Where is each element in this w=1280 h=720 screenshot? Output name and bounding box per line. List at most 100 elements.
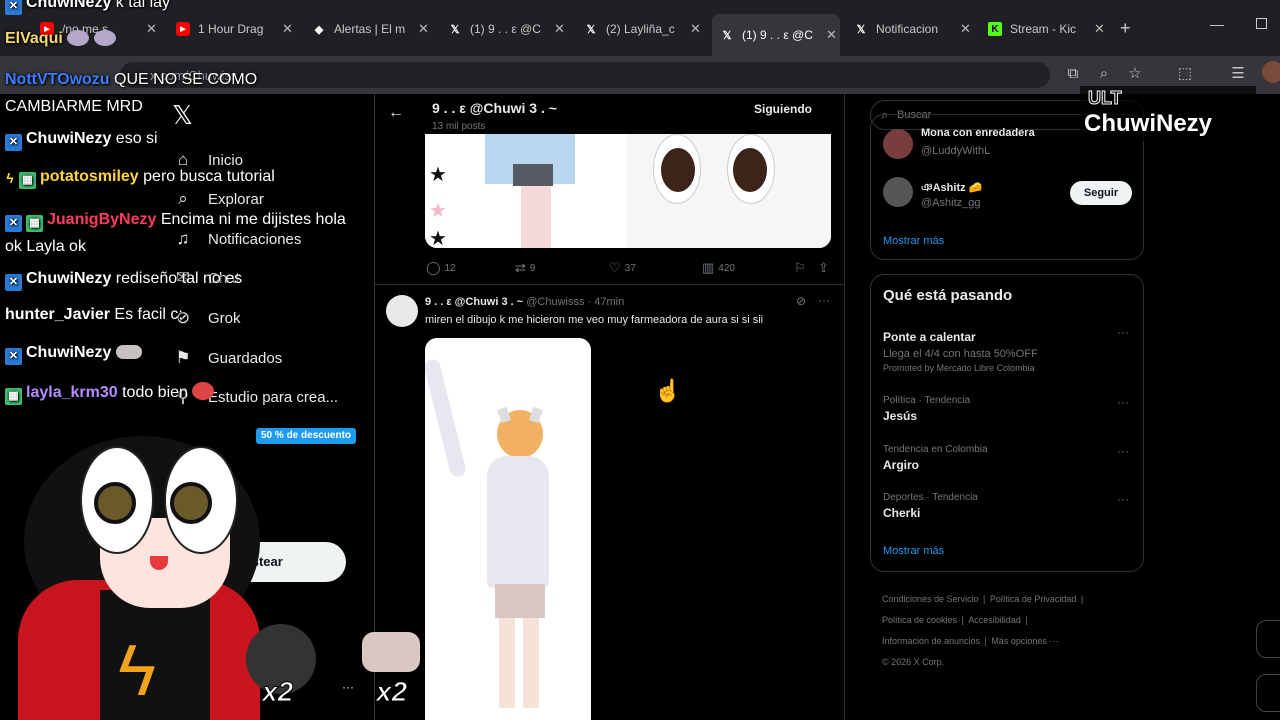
user-avatar[interactable]	[883, 129, 913, 159]
footer-link[interactable]: Información de anuncios	[882, 636, 980, 646]
hand-cursor-icon: ☝	[654, 378, 682, 403]
browser-tab[interactable]: 𝕏 (1) 9 . . ε @C ✕	[448, 14, 578, 44]
tweet-author-name[interactable]: 9 . . ε @Chuwi 3 . ~	[425, 296, 523, 308]
trend-item[interactable]: Tendencia en Colombia Argiro	[883, 444, 988, 472]
mod-badge-icon: ✕	[5, 274, 22, 291]
user-avatar[interactable]	[883, 177, 913, 207]
emote-icon	[362, 632, 420, 672]
minimize-icon[interactable]: —	[1210, 16, 1224, 32]
chat-message: hunter_Javier Es facil c:	[5, 306, 183, 324]
like-count[interactable]: ♡ 37	[609, 260, 636, 276]
trend-item[interactable]: Ponte a calentar Llega el 4/4 con hasta …	[883, 327, 1133, 373]
footer-link[interactable]: Más opciones ···	[991, 636, 1058, 646]
star-icon: ★	[429, 200, 447, 222]
maximize-icon[interactable]	[1256, 18, 1267, 29]
browser-tab[interactable]: 𝕏 Notificacion ✕	[854, 14, 984, 44]
install-app-icon[interactable]: ⧉	[1062, 62, 1084, 84]
vtuber-avatar: ϟ	[0, 430, 260, 720]
tweet-divider	[375, 284, 844, 285]
show-more-link[interactable]: Mostrar más	[883, 235, 944, 247]
footer-link[interactable]: Política de Privacidad	[990, 594, 1077, 604]
tab-title: Stream - Kic	[1010, 22, 1077, 36]
user-name[interactable]: ঞAshitz 🧀	[921, 179, 982, 198]
eye-pupil	[661, 148, 695, 192]
trend-item[interactable]: Deportes · Tendencia Cherki	[883, 492, 978, 520]
share-icon: ⇪	[818, 260, 829, 275]
chat-user: potatosmiley	[40, 168, 139, 185]
back-arrow-icon[interactable]: ←	[388, 104, 404, 122]
stat-value: 12	[444, 262, 456, 274]
browser-tab[interactable]: ▶ 1 Hour Drag ✕	[176, 14, 306, 44]
author-avatar[interactable]	[386, 295, 418, 327]
nav-label: Estudio para crea...	[208, 388, 339, 406]
follow-button[interactable]: Seguir	[1070, 181, 1132, 205]
chat-user: ChuwiNezy	[26, 344, 112, 361]
reading-list-icon[interactable]: ☰	[1227, 62, 1249, 84]
drawing-leg	[499, 618, 515, 708]
tweet-media[interactable]: ★ ★ ★	[425, 134, 831, 248]
more-options-icon[interactable]: ···	[1117, 492, 1129, 506]
bookmark-star-icon[interactable]: ☆	[1124, 62, 1146, 84]
close-tab-icon[interactable]: ✕	[690, 21, 701, 37]
tab-title: (1) 9 . . ε @C	[742, 28, 813, 42]
browser-tab-bar: ▶ /no me s ✕ ▶ 1 Hour Drag ✕ ◆ Alertas |…	[0, 0, 1280, 56]
tweet-time[interactable]: 47min	[594, 296, 624, 308]
more-options-icon[interactable]: ···	[818, 293, 830, 307]
grok-icon[interactable]: ⊘	[796, 294, 806, 308]
footer-link[interactable]: Accesibilidad	[968, 615, 1021, 625]
browser-tab-active[interactable]: 𝕏 (1) 9 . . ε @C ✕	[712, 14, 840, 56]
trend-name: Cherki	[883, 506, 921, 520]
more-options-icon[interactable]: ···	[1117, 395, 1129, 409]
tweet-media[interactable]	[425, 338, 591, 720]
promo-badge: 50 % de descuento	[256, 428, 357, 444]
grok-floating-button[interactable]	[1256, 620, 1280, 658]
close-tab-icon[interactable]: ✕	[282, 21, 293, 37]
show-more-link[interactable]: Mostrar más	[883, 545, 944, 557]
profile-avatar-icon[interactable]	[1262, 61, 1280, 83]
tweet-author-handle[interactable]: @Chuwisss	[526, 296, 584, 308]
following-button[interactable]: Siguiendo	[754, 102, 812, 116]
share-action[interactable]: ⇪	[818, 260, 833, 276]
bookmark-action[interactable]: ⚐	[794, 260, 810, 276]
new-tab-icon[interactable]: +	[1120, 18, 1131, 39]
close-tab-icon[interactable]: ✕	[960, 21, 971, 37]
avatar-pupil	[170, 482, 212, 524]
media-panel-left: ★ ★ ★	[425, 134, 625, 248]
chat-text: pero busca tutorial	[143, 168, 275, 185]
drawing-legs	[521, 186, 551, 248]
browser-tab[interactable]: 𝕏 (2) Layliña_c ✕	[584, 14, 714, 44]
zoom-icon[interactable]: ⌕	[1093, 62, 1115, 84]
chat-user: NottVTOwozu	[5, 71, 110, 88]
chat-message: ElVaqui	[5, 30, 116, 48]
chat-user: ChuwiNezy	[26, 0, 112, 11]
eye-pupil	[733, 148, 767, 192]
view-count[interactable]: ▥ 420	[702, 260, 735, 276]
drawing-arm	[425, 357, 468, 479]
close-tab-icon[interactable]: ✕	[554, 21, 565, 37]
retweet-count[interactable]: ⇄ 9	[515, 260, 535, 276]
footer-link[interactable]: Política de cookies	[882, 615, 957, 625]
nav-label: Guardados	[208, 349, 283, 367]
more-options-icon[interactable]: ···	[1117, 325, 1129, 339]
tab-title: (2) Layliña_c	[606, 22, 675, 36]
close-tab-icon[interactable]: ✕	[146, 21, 157, 37]
reply-count[interactable]: ◯ 12	[426, 260, 456, 276]
trend-meta: Deportes · Tendencia	[883, 492, 978, 503]
profile-header: ← 9 . . ε @Chuwi 3 . ~ 13 mil posts Sigu…	[376, 94, 844, 134]
more-options-icon[interactable]: ···	[1117, 444, 1129, 458]
user-name[interactable]: Mona con enredadera	[921, 127, 1035, 139]
close-tab-icon[interactable]: ✕	[418, 21, 429, 37]
trend-item[interactable]: Política · Tendencia Jesús	[883, 395, 970, 423]
chat-user: hunter_Javier	[5, 306, 110, 323]
footer-link[interactable]: Condiciones de Servicio	[882, 594, 979, 604]
messages-floating-button[interactable]	[1256, 674, 1280, 712]
chat-message: ✕ ChuwiNezy k tal lay	[5, 0, 170, 15]
browser-tab[interactable]: ◆ Alertas | El m ✕	[312, 14, 442, 44]
account-menu-icon[interactable]: ···	[342, 680, 354, 694]
nav-bookmarks[interactable]: ⚑ Guardados	[172, 346, 282, 370]
browser-tab[interactable]: K Stream - Kic ✕	[988, 14, 1118, 44]
extensions-icon[interactable]: ⬚	[1174, 62, 1196, 84]
close-tab-icon[interactable]: ✕	[1094, 21, 1105, 37]
sub-badge-icon: ▦	[26, 215, 43, 232]
close-tab-icon[interactable]: ✕	[826, 27, 837, 43]
